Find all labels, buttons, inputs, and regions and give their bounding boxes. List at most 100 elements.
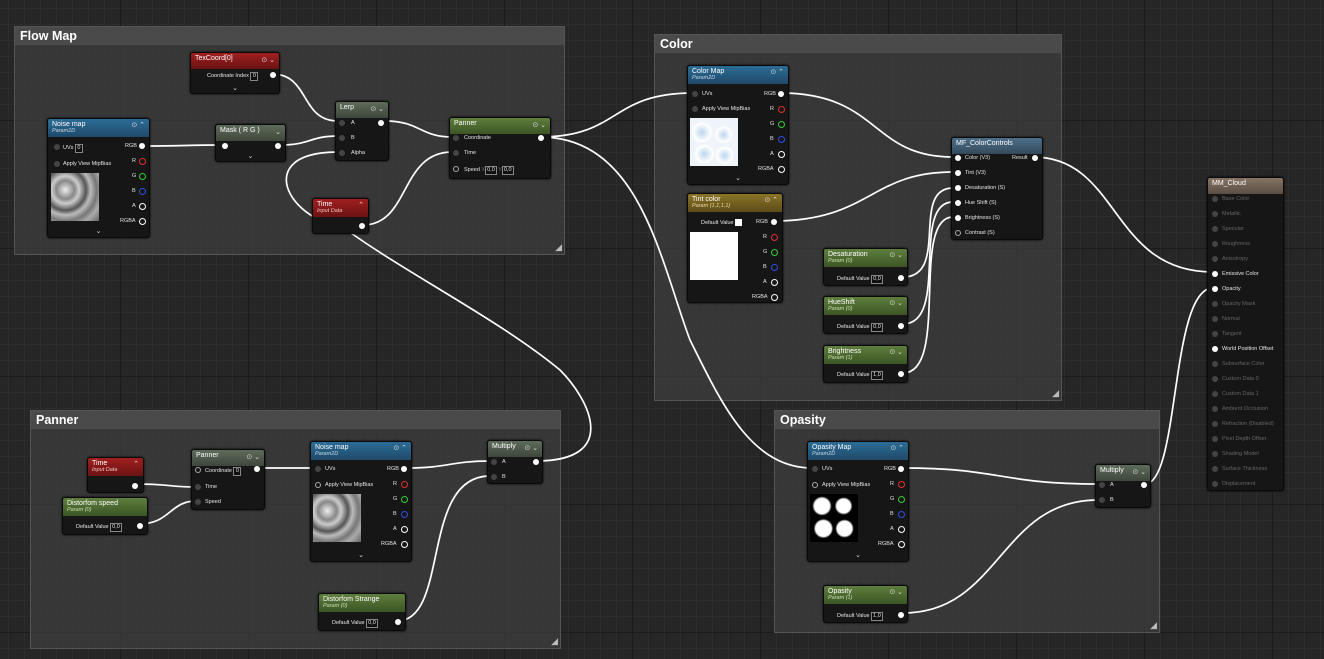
- material-input-pin[interactable]: [1212, 451, 1218, 457]
- node-color-map[interactable]: Color Map Param2D ⊙ ⌃ UVs Apply View MipBi…: [687, 65, 789, 185]
- output-pin[interactable]: [270, 72, 276, 78]
- output-rgb-pin[interactable]: [139, 143, 145, 149]
- node-opasity-param[interactable]: Opasity Param (1) ⊙ ⌄ Default Value 1,0: [823, 585, 908, 623]
- node-time[interactable]: Time Input Data ⌃: [87, 457, 144, 493]
- output-b-pin[interactable]: [898, 511, 905, 518]
- output-rgba-pin[interactable]: [771, 294, 778, 301]
- input-pin[interactable]: [222, 143, 228, 149]
- output-b-pin[interactable]: [139, 188, 146, 195]
- output-a-pin[interactable]: [139, 203, 146, 210]
- output-g-pin[interactable]: [771, 249, 778, 256]
- speed-y-input[interactable]: 0,0: [501, 166, 514, 175]
- chevron-down-icon[interactable]: ⌄: [735, 174, 741, 182]
- resize-handle-icon[interactable]: ◢: [551, 636, 558, 647]
- output-pin[interactable]: [275, 143, 281, 149]
- output-rgba-pin[interactable]: [401, 541, 408, 548]
- output-pin[interactable]: [395, 619, 401, 625]
- input-speed-pin[interactable]: [453, 166, 459, 172]
- input-brightness-pin[interactable]: [955, 215, 961, 221]
- node-distorfom-speed[interactable]: Distorfom speed Param (0) Default Value 0…: [62, 497, 148, 535]
- material-input-pin[interactable]: [1212, 436, 1218, 442]
- color-swatch[interactable]: [735, 219, 743, 226]
- resize-handle-icon[interactable]: ◢: [1150, 620, 1157, 631]
- mip-input-pin[interactable]: [692, 106, 698, 112]
- default-value-input[interactable]: 0,0: [110, 523, 122, 532]
- node-multiply[interactable]: Multiply ⊙ ⌄ A B: [1095, 464, 1151, 508]
- node-opasity-map[interactable]: Opasity Map Param2D ⊙ ⌃ UVs Apply View Mip…: [807, 441, 909, 562]
- input-desaturation-pin[interactable]: [955, 185, 961, 191]
- resize-handle-icon[interactable]: ◢: [1052, 388, 1059, 399]
- input-hueshift-pin[interactable]: [955, 200, 961, 206]
- chevron-down-icon[interactable]: ⌄: [855, 551, 861, 559]
- node-desaturation[interactable]: Desaturation Param (0) ⊙ ⌄ Default Value 0…: [823, 248, 908, 286]
- chevron-down-icon[interactable]: ⊙ ⌄: [889, 300, 903, 307]
- output-g-pin[interactable]: [778, 121, 785, 128]
- mip-input-pin[interactable]: [812, 482, 818, 488]
- material-input-pin[interactable]: [1212, 196, 1218, 202]
- output-a-pin[interactable]: [898, 526, 905, 533]
- output-a-pin[interactable]: [771, 279, 778, 286]
- output-rgba-pin[interactable]: [898, 541, 905, 548]
- chevron-down-icon[interactable]: ⊙ ⌄: [889, 349, 903, 356]
- output-a-pin[interactable]: [778, 151, 785, 158]
- input-color-pin[interactable]: [955, 155, 961, 161]
- material-input-pin[interactable]: [1212, 271, 1218, 277]
- material-input-pin[interactable]: [1212, 376, 1218, 382]
- output-pin[interactable]: [898, 275, 904, 281]
- default-value-input[interactable]: 0,0: [871, 275, 883, 284]
- expand-icon[interactable]: ⊙ ⌃: [393, 445, 407, 452]
- output-pin[interactable]: [898, 323, 904, 329]
- output-g-pin[interactable]: [898, 496, 905, 503]
- node-mask[interactable]: Mask ( R G ) ⌄ ⌄: [215, 124, 286, 162]
- material-input-pin[interactable]: [1212, 226, 1218, 232]
- chevron-down-icon[interactable]: ⌄: [248, 152, 254, 160]
- speed-x-input[interactable]: 0,0: [485, 166, 497, 175]
- uvs-input[interactable]: 0: [74, 144, 83, 153]
- chevron-down-icon[interactable]: ⌄: [96, 227, 102, 235]
- default-value-input[interactable]: 1,0: [871, 371, 883, 380]
- chevron-down-icon[interactable]: ⌄: [358, 551, 364, 559]
- output-pin[interactable]: [359, 223, 365, 229]
- input-coordinate-pin[interactable]: [195, 467, 201, 473]
- node-noise-map[interactable]: Noise map Param2D ⊙ ⌃ UVs 0 Apply View Mip…: [47, 118, 150, 238]
- output-r-pin[interactable]: [898, 481, 905, 488]
- default-value-input[interactable]: 1,0: [871, 612, 883, 621]
- input-time-pin[interactable]: [453, 150, 459, 156]
- output-pin[interactable]: [254, 466, 260, 472]
- output-r-pin[interactable]: [401, 481, 408, 488]
- node-panner[interactable]: Panner ⊙ ⌄ Coordinate 0 Time Speed: [191, 449, 265, 510]
- output-a-pin[interactable]: [401, 526, 408, 533]
- output-r-pin[interactable]: [778, 106, 785, 113]
- output-rgba-pin[interactable]: [139, 218, 146, 225]
- node-tint-color[interactable]: Tint color Param (1,1,1,1) ⊙ ⌃ Default Val…: [687, 193, 783, 303]
- output-b-pin[interactable]: [771, 264, 778, 271]
- chevron-down-icon[interactable]: ⊙ ⌄: [889, 589, 903, 596]
- input-alpha-pin[interactable]: [339, 150, 345, 156]
- coordinate-input[interactable]: 0: [233, 467, 242, 476]
- material-input-pin[interactable]: [1212, 211, 1218, 217]
- material-input-pin[interactable]: [1212, 466, 1218, 472]
- output-pin[interactable]: [898, 371, 904, 377]
- output-rgb-pin[interactable]: [771, 219, 777, 225]
- material-input-pin[interactable]: [1212, 331, 1218, 337]
- input-a-pin[interactable]: [1099, 482, 1105, 488]
- output-r-pin[interactable]: [139, 158, 146, 165]
- input-speed-pin[interactable]: [195, 499, 201, 505]
- output-g-pin[interactable]: [139, 173, 146, 180]
- output-pin[interactable]: [137, 523, 143, 529]
- material-input-pin[interactable]: [1212, 241, 1218, 247]
- material-input-pin[interactable]: [1212, 301, 1218, 307]
- chevron-down-icon[interactable]: ⊙ ⌄: [889, 252, 903, 259]
- input-tint-pin[interactable]: [955, 170, 961, 176]
- chevron-down-icon[interactable]: ⊙ ⌄: [524, 444, 538, 452]
- material-input-pin[interactable]: [1212, 421, 1218, 427]
- uvs-input-pin[interactable]: [54, 144, 60, 150]
- output-pin[interactable]: [533, 459, 539, 465]
- output-g-pin[interactable]: [401, 496, 408, 503]
- mip-input-pin[interactable]: [54, 161, 60, 167]
- default-value-input[interactable]: 0,0: [366, 619, 378, 628]
- output-rgb-pin[interactable]: [898, 466, 904, 472]
- expand-icon[interactable]: ⊙ ⌃: [890, 445, 904, 452]
- node-mm-cloud[interactable]: MM_Cloud Base Color Metallic Specular Rough…: [1207, 177, 1284, 491]
- chevron-down-icon[interactable]: ⊙ ⌄: [1132, 468, 1146, 476]
